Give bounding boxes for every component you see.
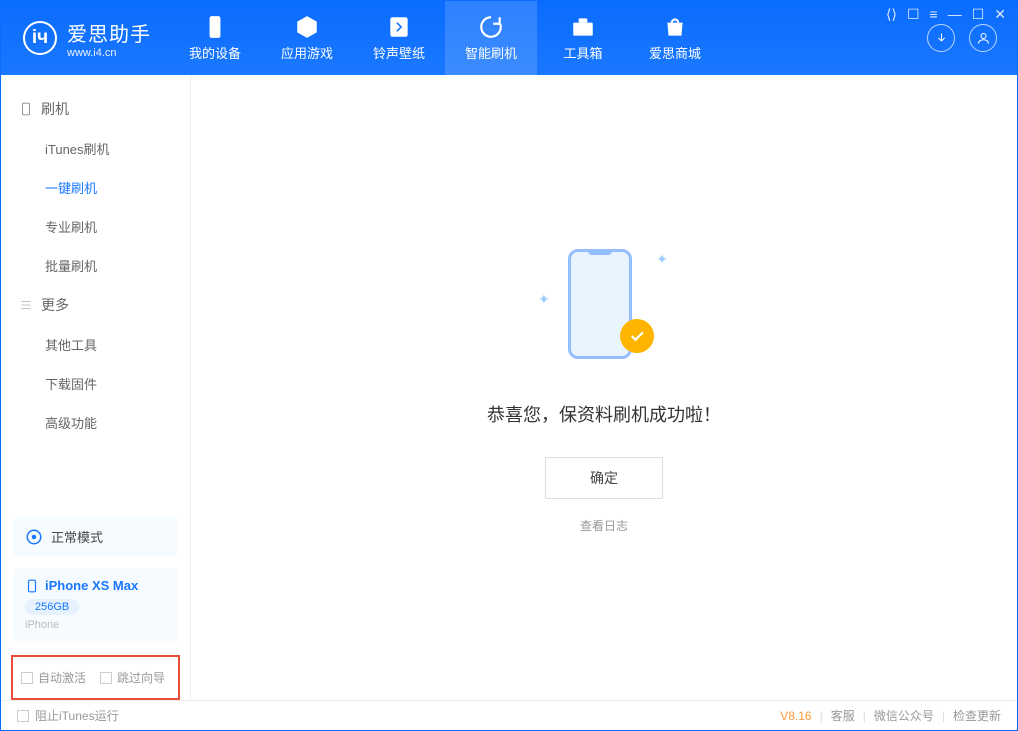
list-icon	[19, 298, 33, 312]
version-label: V8.16	[780, 709, 811, 723]
sidebar-item-pro-flash[interactable]: 专业刷机	[1, 207, 190, 246]
sidebar-item-batch-flash[interactable]: 批量刷机	[1, 246, 190, 285]
device-name: iPhone XS Max	[45, 578, 138, 593]
nav-store[interactable]: 爱思商城	[629, 1, 721, 75]
logo-icon: iч	[23, 21, 57, 55]
cube-icon	[294, 14, 320, 40]
toolbox-icon	[570, 14, 596, 40]
footer-link-wechat[interactable]: 微信公众号	[874, 707, 934, 724]
close-icon[interactable]: ✕	[994, 6, 1006, 23]
body: 刷机 iTunes刷机 一键刷机 专业刷机 批量刷机 更多 其他工具 下载固件 …	[1, 75, 1017, 700]
checkbox-icon	[100, 672, 112, 684]
music-icon	[386, 14, 412, 40]
maximize-icon[interactable]: ☐	[972, 6, 985, 23]
top-nav: 我的设备 应用游戏 铃声壁纸 智能刷机 工具箱 爱思商城	[169, 1, 721, 75]
checkbox-icon	[21, 672, 33, 684]
nav-ringtones[interactable]: 铃声壁纸	[353, 1, 445, 75]
flash-options-highlighted: 自动激活 跳过向导	[11, 655, 180, 700]
minimize-icon[interactable]: —	[948, 6, 962, 23]
option-auto-activate[interactable]: 自动激活	[21, 669, 86, 686]
app-subtitle: www.i4.cn	[67, 47, 151, 59]
user-icon[interactable]	[969, 24, 997, 52]
mode-card[interactable]: 正常模式	[13, 517, 178, 556]
device-small-icon	[25, 579, 39, 593]
settings-icon[interactable]: ⟨⟩	[886, 6, 897, 23]
sidebar-item-advanced[interactable]: 高级功能	[1, 403, 190, 442]
nav-my-device[interactable]: 我的设备	[169, 1, 261, 75]
success-message: 恭喜您，保资料刷机成功啦！	[487, 401, 721, 427]
window-controls: ⟨⟩ ☐ ≡ — ☐ ✕	[886, 6, 1006, 23]
menu-icon[interactable]: ≡	[930, 6, 938, 23]
check-badge-icon	[620, 319, 654, 353]
app-title: 爱思助手	[67, 18, 151, 47]
phone-icon	[19, 102, 33, 116]
download-icon[interactable]	[927, 24, 955, 52]
header: iч 爱思助手 www.i4.cn 我的设备 应用游戏 铃声壁纸 智能刷机 工具…	[1, 1, 1017, 75]
option-skip-guide[interactable]: 跳过向导	[100, 669, 165, 686]
footer-link-update[interactable]: 检查更新	[953, 707, 1001, 724]
footer: 阻止iTunes运行 V8.16 | 客服 | 微信公众号 | 检查更新	[1, 700, 1017, 730]
sidebar-item-other-tools[interactable]: 其他工具	[1, 325, 190, 364]
sidebar: 刷机 iTunes刷机 一键刷机 专业刷机 批量刷机 更多 其他工具 下载固件 …	[1, 75, 191, 700]
main-content: ✦ ✦ 恭喜您，保资料刷机成功啦！ 确定 查看日志	[191, 75, 1017, 700]
device-storage: 256GB	[25, 599, 79, 615]
mode-icon	[25, 528, 43, 546]
refresh-icon	[478, 14, 504, 40]
device-type: iPhone	[25, 619, 166, 631]
nav-toolbox[interactable]: 工具箱	[537, 1, 629, 75]
device-icon	[202, 14, 228, 40]
device-card[interactable]: iPhone XS Max 256GB iPhone	[13, 568, 178, 641]
ok-button[interactable]: 确定	[545, 457, 663, 499]
bag-icon	[662, 14, 688, 40]
logo[interactable]: iч 爱思助手 www.i4.cn	[1, 1, 169, 75]
view-log-link[interactable]: 查看日志	[580, 517, 628, 534]
sidebar-group-flash: 刷机	[1, 89, 190, 129]
block-itunes-label[interactable]: 阻止iTunes运行	[35, 707, 119, 724]
nav-smart-flash[interactable]: 智能刷机	[445, 1, 537, 75]
sidebar-group-more: 更多	[1, 285, 190, 325]
sidebar-item-download-firmware[interactable]: 下载固件	[1, 364, 190, 403]
skin-icon[interactable]: ☐	[907, 6, 920, 23]
sidebar-item-itunes-flash[interactable]: iTunes刷机	[1, 129, 190, 168]
success-illustration: ✦ ✦	[544, 241, 664, 371]
sidebar-item-oneclick-flash[interactable]: 一键刷机	[1, 168, 190, 207]
nav-apps-games[interactable]: 应用游戏	[261, 1, 353, 75]
footer-link-support[interactable]: 客服	[831, 707, 855, 724]
checkbox-icon[interactable]	[17, 710, 29, 722]
